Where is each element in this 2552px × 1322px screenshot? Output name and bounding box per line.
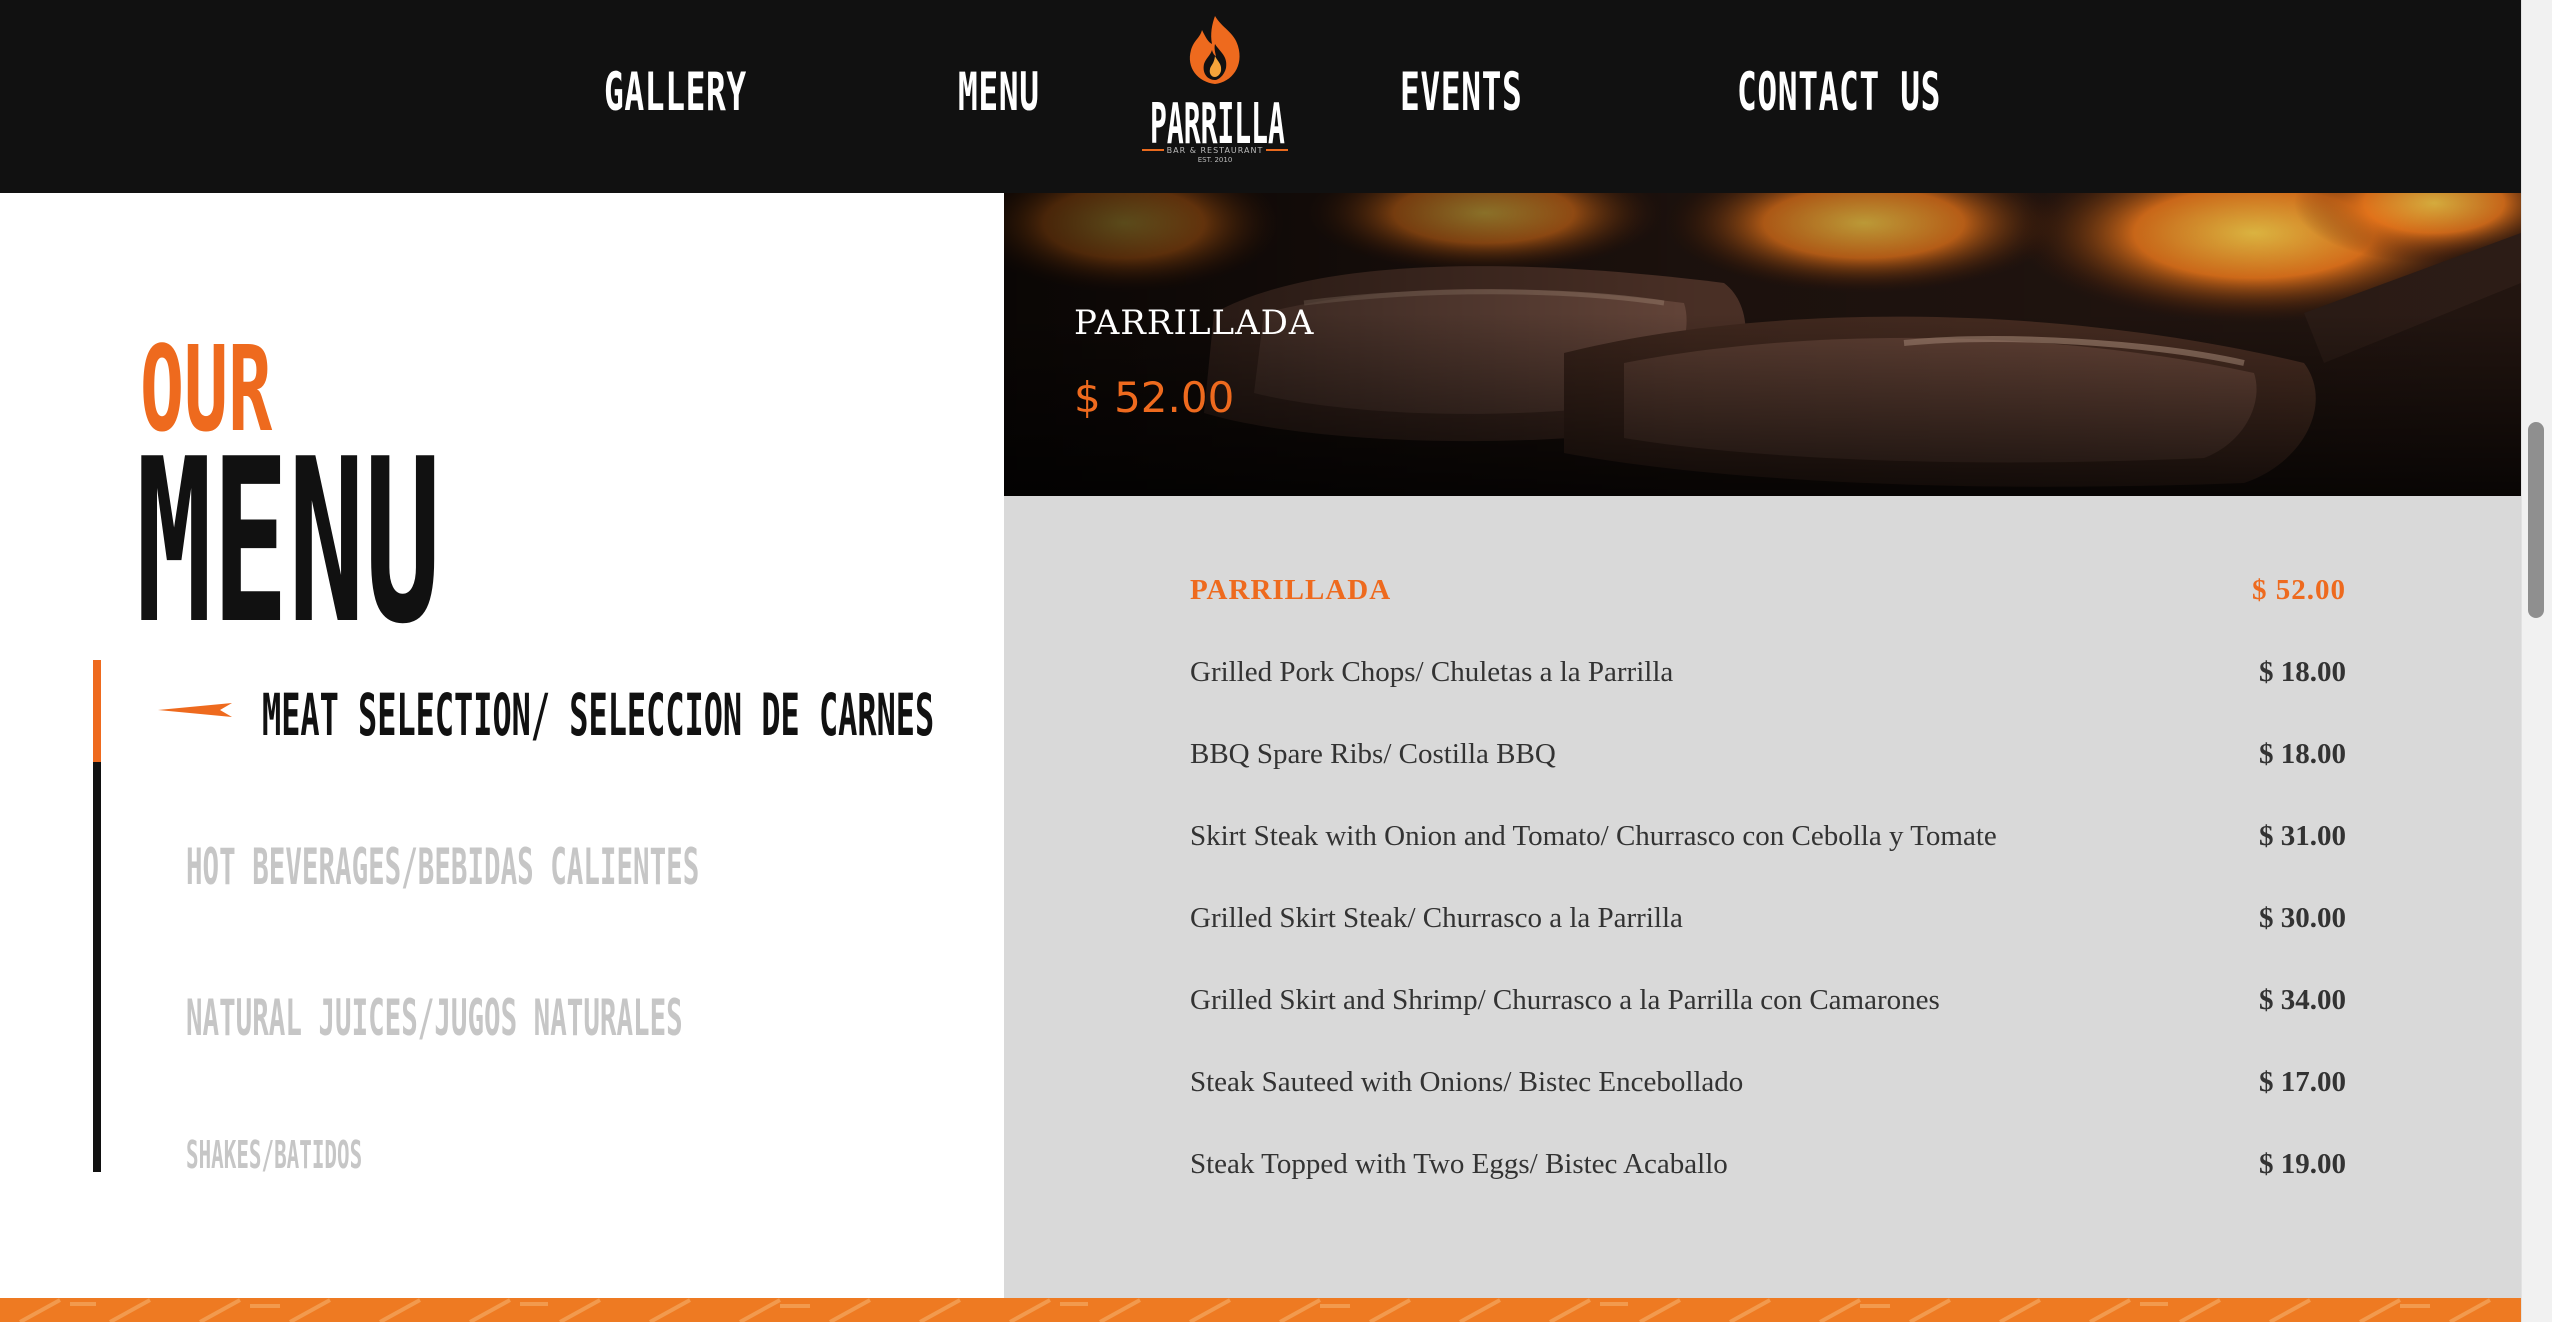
menu-item-price: $ 31.00	[2259, 820, 2346, 852]
menu-item-name: Skirt Steak with Onion and Tomato/ Churr…	[1190, 820, 1997, 852]
grilled-meat-photo	[1004, 193, 2521, 496]
flame-icon	[1189, 16, 1240, 84]
menu-items-panel: PARRILLADA $ 52.00 Grilled Pork Chops/ C…	[1004, 496, 2521, 1298]
nav-events-link[interactable]: EVENTS	[1400, 62, 1522, 123]
footer-pattern	[19, 1298, 2491, 1322]
menu-item-price: $ 52.00	[2252, 574, 2346, 606]
featured-item-title: PARRILLADA	[1074, 303, 1315, 343]
category-hot-beverages[interactable]: HOT BEVERAGES/BEBIDAS CALIENTES	[186, 842, 699, 892]
parrilla-logo[interactable]: PARRILLA BAR & RESTAURANT EST. 2010	[1140, 14, 1290, 164]
menu-item-name: Grilled Skirt Steak/ Churrasco a la Parr…	[1190, 902, 1683, 934]
site-header: GALLERY MENU PARRILLA BAR & RESTAURANT E…	[0, 0, 2521, 193]
nav-menu-link[interactable]: MENU	[958, 62, 1040, 123]
menu-item-row[interactable]: PARRILLADA $ 52.00	[1190, 574, 2346, 614]
menu-item-row[interactable]: Grilled Skirt and Shrimp/ Churrasco a la…	[1190, 984, 2346, 1024]
menu-item-price: $ 30.00	[2259, 902, 2346, 934]
nav-contact-link[interactable]: CONTACT US	[1737, 62, 1941, 123]
menu-item-row[interactable]: Steak Topped with Two Eggs/ Bistec Acaba…	[1190, 1148, 2346, 1188]
nav-gallery-link[interactable]: GALLERY	[604, 62, 747, 123]
featured-item-price: $ 52.00	[1074, 373, 1235, 422]
logo-established: EST. 2010	[1197, 156, 1233, 164]
menu-item-price: $ 19.00	[2259, 1148, 2346, 1180]
menu-item-price: $ 18.00	[2259, 738, 2346, 770]
section-title-menu: MENU	[136, 411, 441, 674]
menu-item-row[interactable]: BBQ Spare Ribs/ Costilla BBQ $ 18.00	[1190, 738, 2346, 778]
page-scrollbar-thumb[interactable]	[2528, 422, 2544, 618]
menu-item-row[interactable]: Grilled Skirt Steak/ Churrasco a la Parr…	[1190, 902, 2346, 942]
menu-item-name: Steak Sauteed with Onions/ Bistec Encebo…	[1190, 1066, 1744, 1098]
logo-tagline: BAR & RESTAURANT	[1166, 146, 1264, 155]
menu-item-price: $ 18.00	[2259, 656, 2346, 688]
menu-item-name: Grilled Pork Chops/ Chuletas a la Parril…	[1190, 656, 1674, 688]
footer-pattern-band	[0, 1298, 2521, 1322]
category-meat-selection[interactable]: MEAT SELECTION/ SELECCION DE CARNES	[262, 686, 934, 744]
menu-item-name: Grilled Skirt and Shrimp/ Churrasco a la…	[1190, 984, 1940, 1016]
arrow-pointer-icon	[158, 703, 232, 717]
page-scrollbar-track[interactable]	[2521, 0, 2552, 1322]
menu-item-row[interactable]: Steak Sauteed with Onions/ Bistec Encebo…	[1190, 1066, 2346, 1106]
category-shakes[interactable]: SHAKES/BATIDOS	[186, 1136, 362, 1174]
menu-item-price: $ 17.00	[2259, 1066, 2346, 1098]
featured-item-banner: PARRILLADA $ 52.00	[1004, 193, 2521, 496]
menu-item-name: PARRILLADA	[1190, 574, 1392, 606]
category-natural-juices[interactable]: NATURAL JUICES/JUGOS NATURALES	[186, 993, 683, 1043]
menu-item-price: $ 34.00	[2259, 984, 2346, 1016]
category-rail-active-marker	[93, 660, 101, 762]
menu-item-row[interactable]: Skirt Steak with Onion and Tomato/ Churr…	[1190, 820, 2346, 860]
menu-item-name: Steak Topped with Two Eggs/ Bistec Acaba…	[1190, 1148, 1728, 1180]
menu-item-row[interactable]: Grilled Pork Chops/ Chuletas a la Parril…	[1190, 656, 2346, 696]
menu-item-name: BBQ Spare Ribs/ Costilla BBQ	[1190, 738, 1556, 770]
